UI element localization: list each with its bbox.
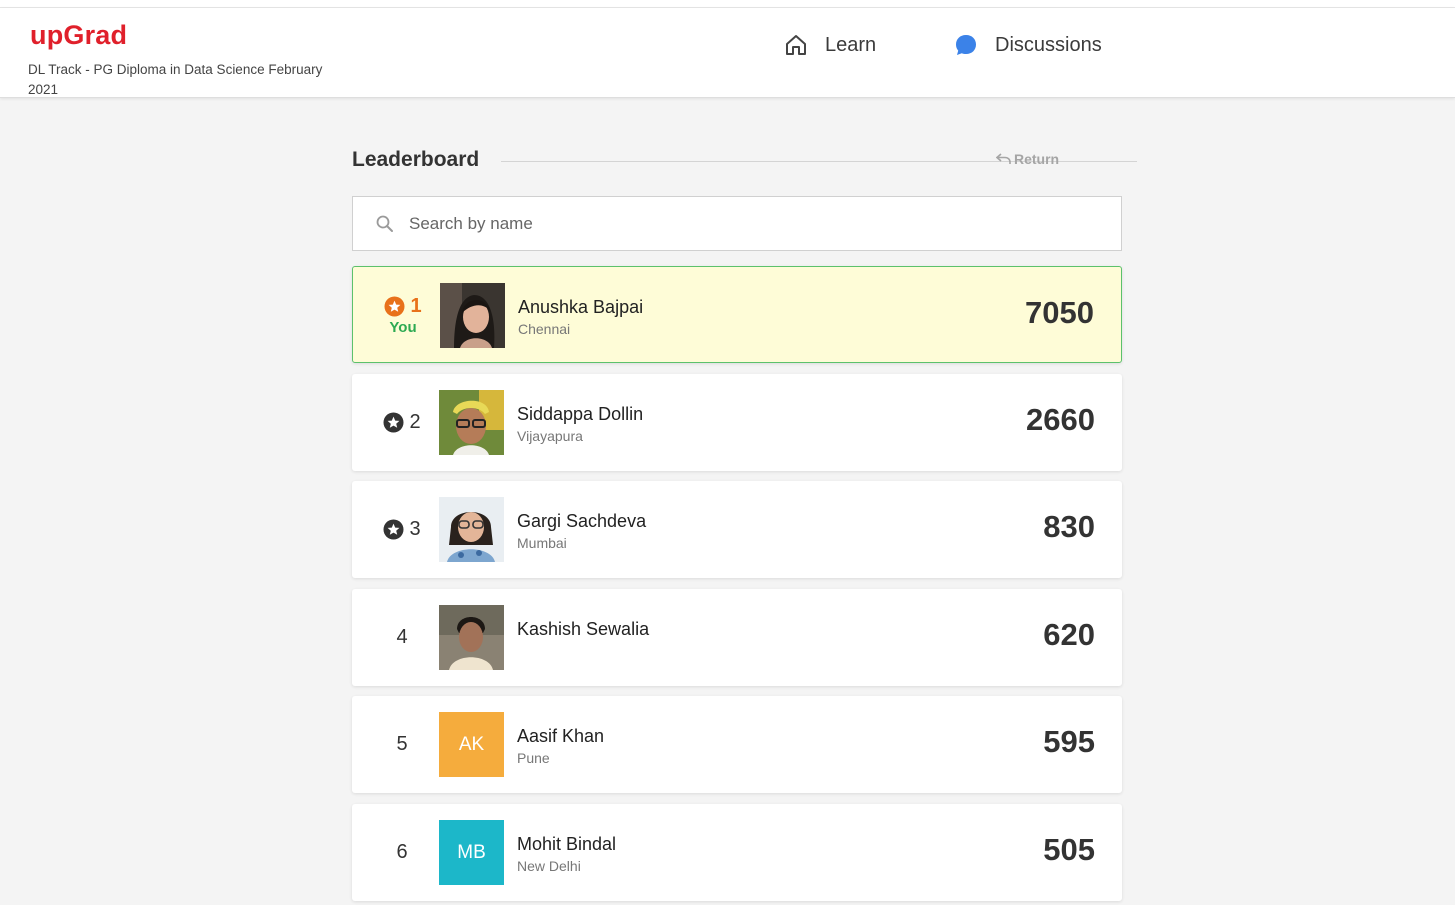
rank-cell: 6: [372, 804, 432, 901]
nav-discussions[interactable]: Discussions: [953, 30, 1102, 60]
star-badge-icon: [383, 519, 404, 540]
avatar-initials: MB: [439, 820, 504, 885]
user-score: 2660: [1026, 402, 1095, 437]
user-name: Siddappa Dollin: [517, 404, 644, 424]
rank-cell: 4: [372, 589, 432, 686]
rank-number: 5: [396, 733, 408, 755]
rank-number: 1: [410, 295, 422, 317]
rank-cell: 3: [372, 481, 432, 578]
rank-number: 6: [396, 841, 408, 863]
user-score: 7050: [1025, 295, 1094, 330]
top-strip: [0, 0, 1455, 8]
leaderboard-row[interactable]: 2 Siddappa Dollin Vijayapura 2660: [352, 374, 1122, 471]
rank-cell: 5: [372, 696, 432, 793]
nav-learn-label: Learn: [825, 33, 877, 56]
brand-logo[interactable]: upGrad: [30, 20, 127, 51]
user-score: 505: [1043, 832, 1095, 867]
rank-cell: 1 You: [373, 267, 433, 364]
user-name: Mohit Bindal: [517, 834, 617, 854]
star-badge-icon: [384, 296, 405, 317]
user-score: 620: [1043, 617, 1095, 652]
leaderboard-row[interactable]: 4 Kashish Sewalia 620: [352, 589, 1122, 686]
return-arrow-icon: [996, 153, 1012, 165]
leaderboard-header: Leaderboard Return: [352, 146, 1137, 176]
avatar: [439, 390, 504, 455]
nav-discussions-label: Discussions: [995, 33, 1102, 56]
user-name: Gargi Sachdeva: [517, 511, 647, 531]
search-box: [352, 196, 1122, 251]
leaderboard-row[interactable]: 5 AK Aasif Khan Pune 595: [352, 696, 1122, 793]
user-city: Chennai: [518, 321, 571, 337]
chat-bubble-icon: [953, 32, 979, 58]
app-header: upGrad DL Track - PG Diploma in Data Sci…: [0, 8, 1455, 98]
user-score: 830: [1043, 509, 1095, 544]
user-name: Aasif Khan: [517, 726, 605, 746]
search-icon: [375, 214, 395, 234]
avatar: [439, 605, 504, 670]
star-badge-icon: [383, 412, 404, 433]
leaderboard-row-you[interactable]: 1 You Anushka Bajpai Chennai 7050: [352, 266, 1122, 363]
search-input[interactable]: [407, 212, 1091, 235]
page-title: Leaderboard: [352, 148, 480, 171]
return-label: Return: [1014, 151, 1060, 167]
user-city: Vijayapura: [517, 428, 583, 444]
user-city: New Delhi: [517, 858, 581, 874]
rank-cell: 2: [372, 374, 432, 471]
avatar: [439, 497, 504, 562]
leaderboard-row[interactable]: 6 MB Mohit Bindal New Delhi 505: [352, 804, 1122, 901]
rank-number: 3: [409, 518, 421, 540]
rank-number: 4: [396, 626, 408, 648]
avatar: [440, 283, 505, 348]
user-name: Kashish Sewalia: [517, 619, 650, 639]
user-city: Mumbai: [517, 535, 567, 551]
program-title: DL Track - PG Diploma in Data Science Fe…: [28, 62, 323, 97]
return-button[interactable]: Return: [996, 151, 1059, 167]
you-label: You: [389, 319, 417, 336]
leaderboard-row[interactable]: 3 Gargi Sachdeva Mumbai 830: [352, 481, 1122, 578]
user-name: Anushka Bajpai: [518, 297, 644, 317]
rank-number: 2: [409, 411, 421, 433]
user-score: 595: [1043, 724, 1095, 759]
avatar-initials: AK: [439, 712, 504, 777]
home-icon: [783, 32, 809, 58]
nav-learn[interactable]: Learn: [783, 30, 876, 60]
user-city: Pune: [517, 750, 550, 766]
